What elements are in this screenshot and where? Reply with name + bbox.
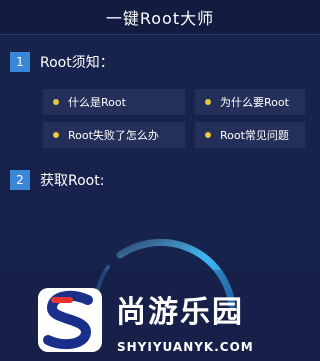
section-number-badge: 2 [10, 170, 30, 190]
section-title-get-root: 获取Root: [40, 173, 105, 189]
section-number-badge: 1 [10, 52, 30, 72]
app-title-bar: 一键Root大师 [0, 0, 320, 35]
faq-label: 为什么要Root [220, 96, 289, 109]
watermark-url: SHYIYUANYK.COM [117, 340, 254, 354]
bullet-dot-icon [53, 132, 59, 138]
faq-label: Root失败了怎么办 [68, 129, 159, 142]
bullet-dot-icon [53, 99, 59, 105]
watermark-logo-icon [38, 288, 102, 352]
section-root-notice-header: 1 Root须知： [10, 52, 114, 72]
app-title: 一键Root大师 [105, 9, 215, 28]
bullet-dot-icon [205, 132, 211, 138]
watermark-text: 尚游乐园 [116, 295, 244, 330]
faq-why-root[interactable]: 为什么要Root [195, 89, 305, 115]
faq-root-common-issues[interactable]: Root常见问题 [195, 122, 305, 148]
faq-root-failed[interactable]: Root失败了怎么办 [43, 122, 185, 148]
faq-label: Root常见问题 [220, 129, 289, 142]
faq-label: 什么是Root [68, 96, 126, 109]
faq-what-is-root[interactable]: 什么是Root [43, 89, 185, 115]
section-get-root-header: 2 获取Root: [10, 170, 104, 190]
bullet-dot-icon [205, 99, 211, 105]
section-title-root-notice: Root须知： [40, 55, 114, 71]
